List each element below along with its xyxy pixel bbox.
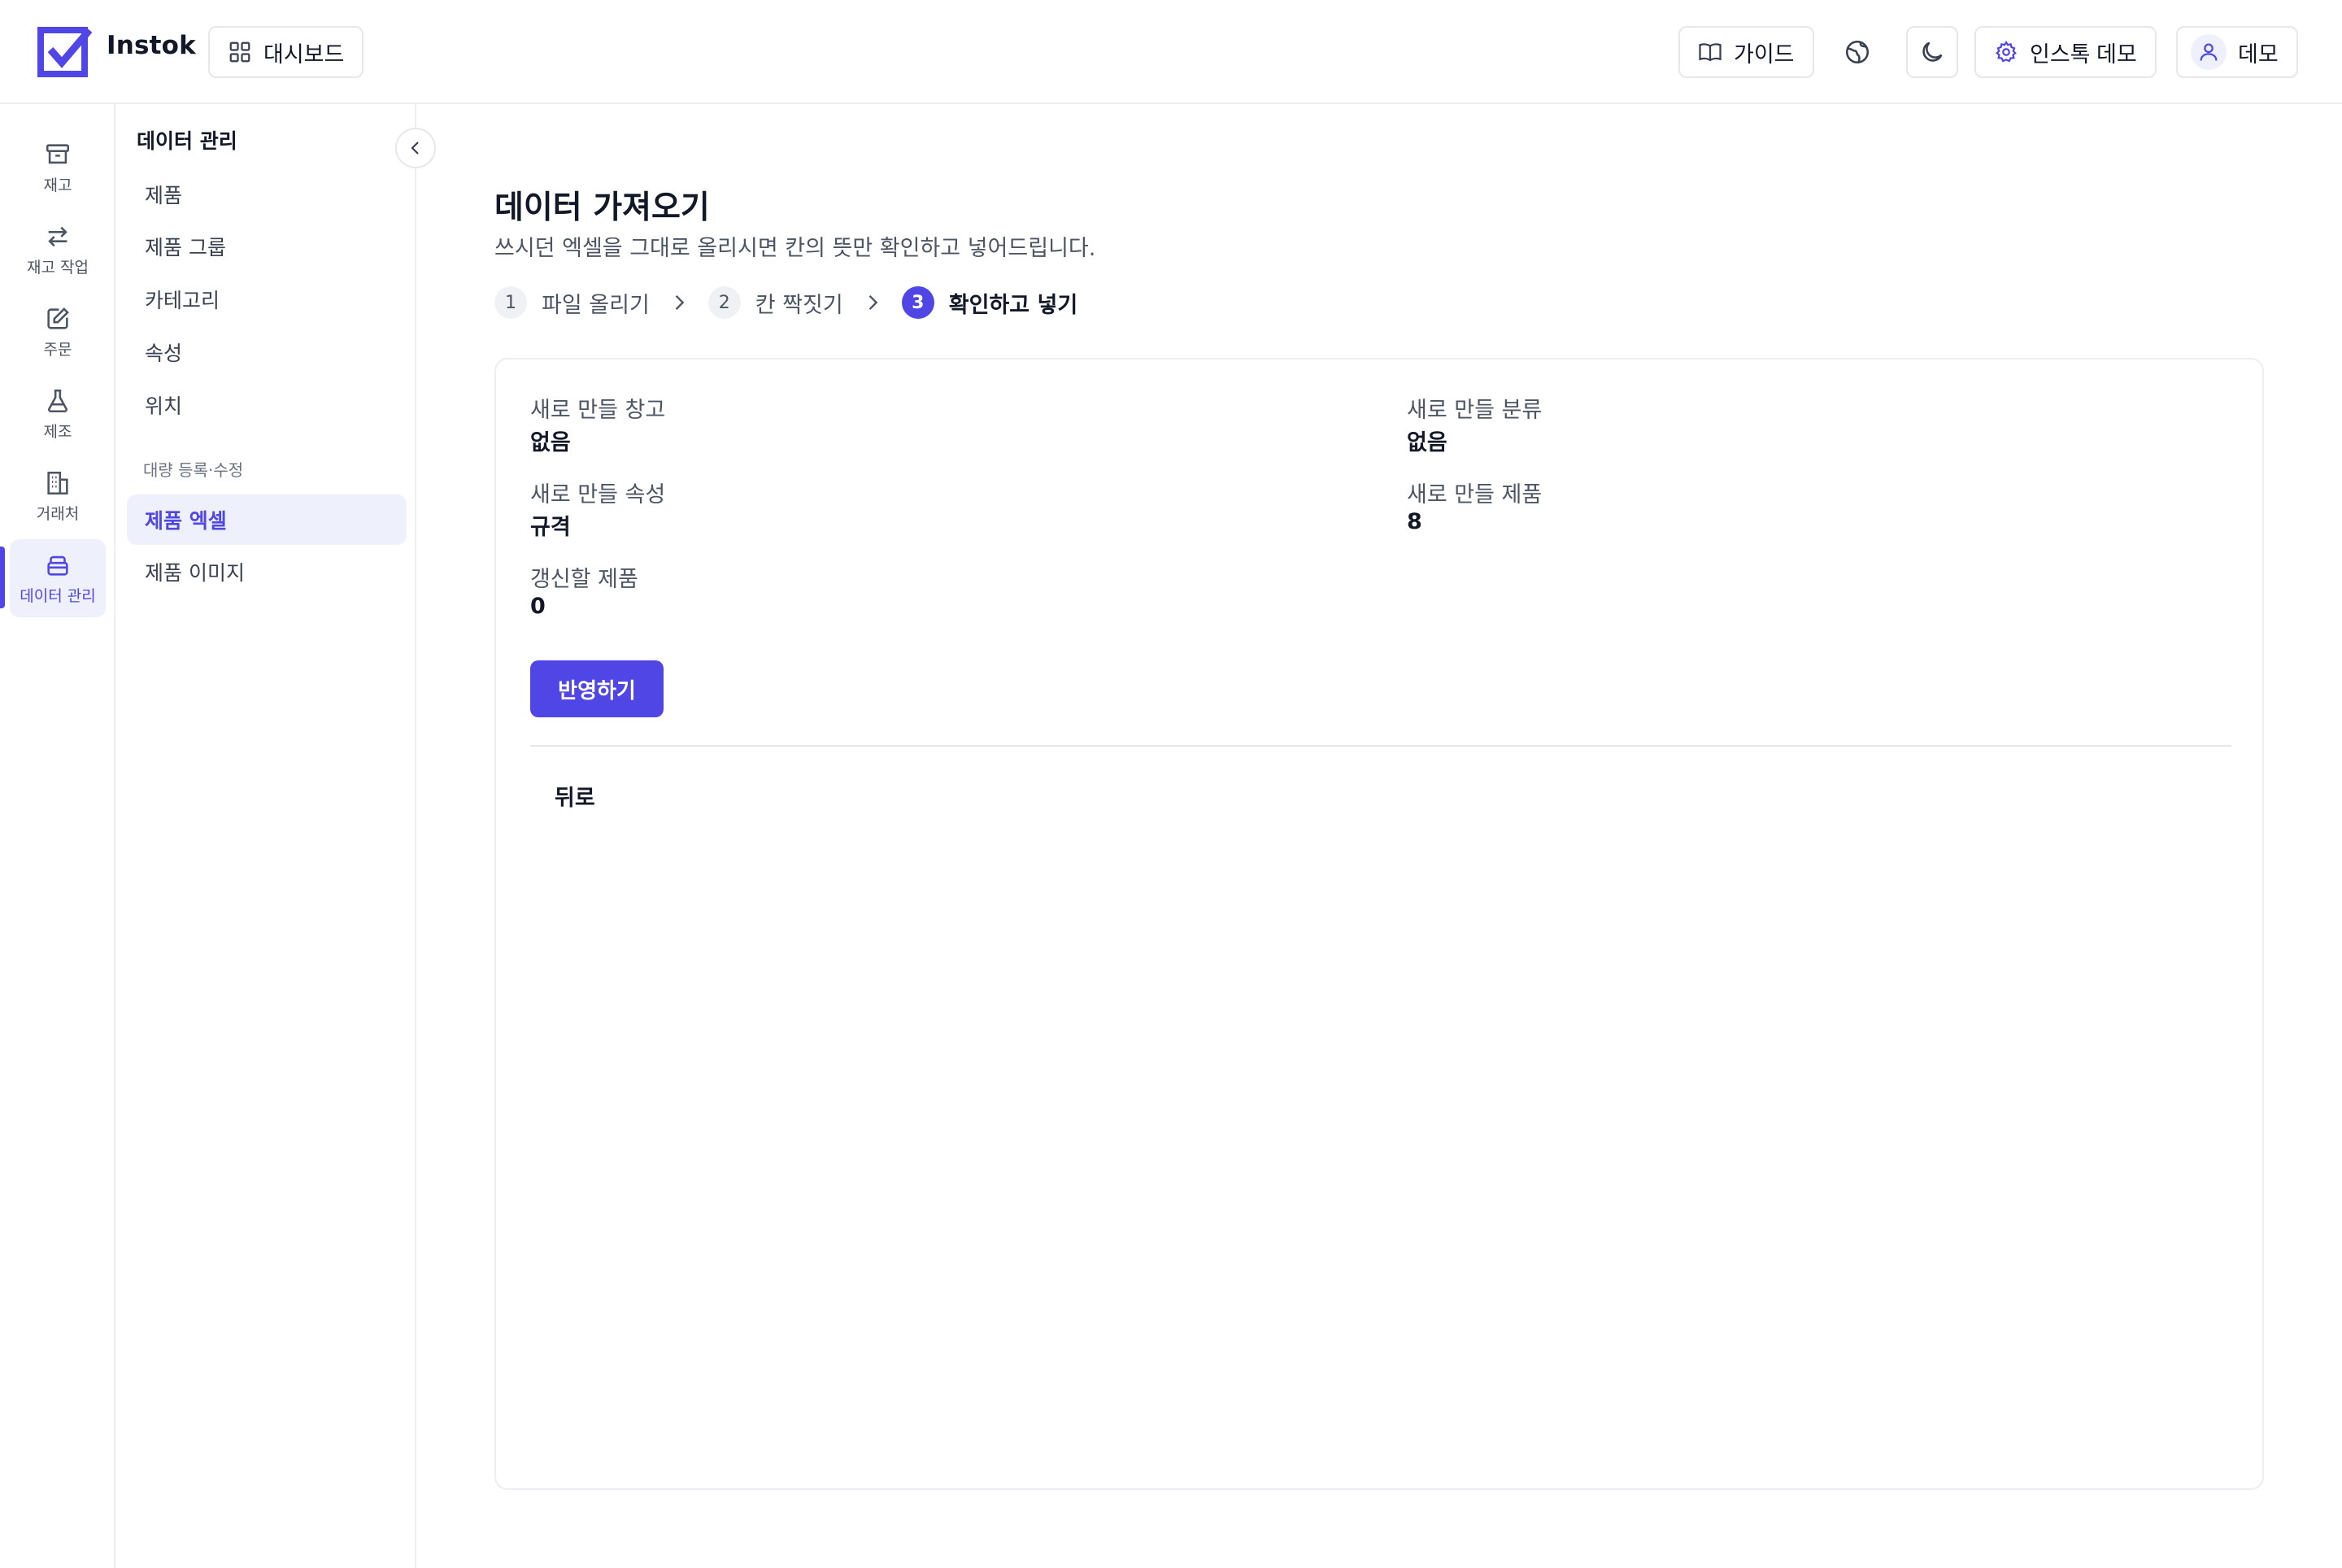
grid-icon: [229, 41, 250, 63]
new-category-value: 없음: [1407, 430, 1447, 455]
user-icon: [2200, 43, 2218, 61]
step-label: 확인하고 넣기: [948, 292, 1078, 318]
active-rail-indicator: [0, 547, 5, 608]
user-label: 데모: [2238, 41, 2279, 67]
step-confirm-insert[interactable]: 3 확인하고 넣기: [901, 286, 1078, 319]
logo-check-icon[interactable]: [37, 25, 93, 79]
icon-rail: 재고 재고 작업 주문 제조 거래처 데이터 관리: [0, 104, 115, 1568]
collapse-sidebar-button[interactable]: [395, 128, 436, 168]
workspace-settings-button[interactable]: 인스톡 데모: [1974, 26, 2157, 78]
rail-item-label: 제조: [43, 422, 72, 441]
rail-item-label: 주문: [43, 340, 72, 359]
new-category-label: 새로 만들 분류: [1407, 398, 1543, 423]
rail-item-label: 재고 작업: [27, 258, 89, 277]
chevron-right-icon: [675, 295, 685, 310]
rail-item-orders[interactable]: 주문: [10, 293, 106, 371]
import-stepper: 1 파일 올리기 2 칸 짝짓기 3 확인하고 넣기: [494, 286, 1077, 319]
import-summary-card: 새로 만들 창고 없음 새로 만들 분류 없음 새로 만들 속성 규격 새로 만…: [494, 358, 2264, 1490]
avatar: [2191, 34, 2227, 70]
language-button[interactable]: [1831, 26, 1883, 78]
subnav-section-bulk: 대량 등록·수정: [143, 460, 244, 480]
step-label: 칸 짝짓기: [755, 292, 843, 318]
dashboard-button[interactable]: 대시보드: [208, 26, 364, 78]
step-upload-file[interactable]: 1 파일 올리기: [494, 286, 650, 319]
database-icon: [47, 555, 68, 576]
rail-item-inventory[interactable]: 재고: [10, 128, 106, 207]
rail-item-partners[interactable]: 거래처: [10, 457, 106, 535]
step-label: 파일 올리기: [542, 292, 650, 318]
subnav-item-locations[interactable]: 위치: [127, 380, 407, 430]
book-open-icon: [1699, 43, 1722, 62]
subnav-item-product-excel[interactable]: 제품 엑셀: [127, 494, 407, 545]
page-title: 데이터 가져오기: [494, 189, 710, 226]
new-product-value: 8: [1407, 509, 1422, 534]
top-bar: Instok 대시보드 가이드 인스톡 데모 데모: [0, 0, 2342, 104]
rail-item-data-management[interactable]: 데이터 관리: [10, 539, 106, 617]
gear-icon: [1996, 41, 2017, 63]
rail-item-manufacturing[interactable]: 제조: [10, 375, 106, 453]
subnav-item-products[interactable]: 제품: [127, 169, 407, 220]
step-match-columns[interactable]: 2 칸 짝짓기: [707, 286, 843, 319]
apply-button[interactable]: 반영하기: [530, 660, 664, 717]
chevron-left-icon: [411, 142, 419, 155]
new-attribute-value: 규격: [530, 515, 571, 540]
new-attribute-label: 새로 만들 속성: [530, 482, 666, 507]
subnav-item-categories[interactable]: 카테고리: [127, 274, 407, 324]
chevron-right-icon: [868, 295, 878, 310]
card-divider: [530, 745, 2231, 747]
back-button[interactable]: 뒤로: [530, 771, 620, 820]
update-product-label: 갱신할 제품: [530, 567, 638, 592]
rail-item-label: 재고: [43, 176, 72, 194]
swap-arrows-icon: [48, 226, 67, 246]
new-warehouse-value: 없음: [530, 430, 571, 455]
rail-item-label: 데이터 관리: [20, 586, 96, 605]
step-number: 1: [494, 286, 527, 319]
new-warehouse-label: 새로 만들 창고: [530, 398, 666, 423]
user-menu-button[interactable]: 데모: [2176, 26, 2298, 78]
step-number: 3: [901, 286, 934, 319]
subnav-item-product-images[interactable]: 제품 이미지: [127, 547, 407, 597]
archive-icon: [46, 143, 70, 163]
subnav-title: 데이터 관리: [137, 129, 237, 153]
page-subtitle: 쓰시던 엑셀을 그대로 올리시면 칸의 뜻만 확인하고 넣어드립니다.: [494, 236, 1096, 261]
update-product-value: 0: [530, 594, 546, 619]
brand-name[interactable]: Instok: [107, 31, 196, 60]
guide-label: 가이드: [1734, 41, 1795, 67]
building-icon: [47, 471, 68, 494]
rail-item-label: 거래처: [36, 504, 80, 523]
moon-icon: [1922, 41, 1943, 62]
dashboard-label: 대시보드: [263, 41, 345, 67]
subnav-item-attributes[interactable]: 속성: [127, 327, 407, 377]
new-product-label: 새로 만들 제품: [1407, 482, 1543, 507]
subnav-item-product-groups[interactable]: 제품 그룹: [127, 221, 407, 272]
edit-note-icon: [47, 307, 69, 329]
workspace-label: 인스톡 데모: [2030, 41, 2137, 67]
data-management-subnav: 데이터 관리 제품 제품 그룹 카테고리 속성 위치 대량 등록·수정 제품 엑…: [115, 104, 416, 1568]
theme-toggle-button[interactable]: [1906, 26, 1958, 78]
guide-button[interactable]: 가이드: [1678, 26, 1814, 78]
globe-icon: [1845, 40, 1870, 64]
flask-icon: [48, 389, 67, 412]
step-number: 2: [707, 286, 741, 319]
rail-item-stock-operations[interactable]: 재고 작업: [10, 211, 106, 289]
